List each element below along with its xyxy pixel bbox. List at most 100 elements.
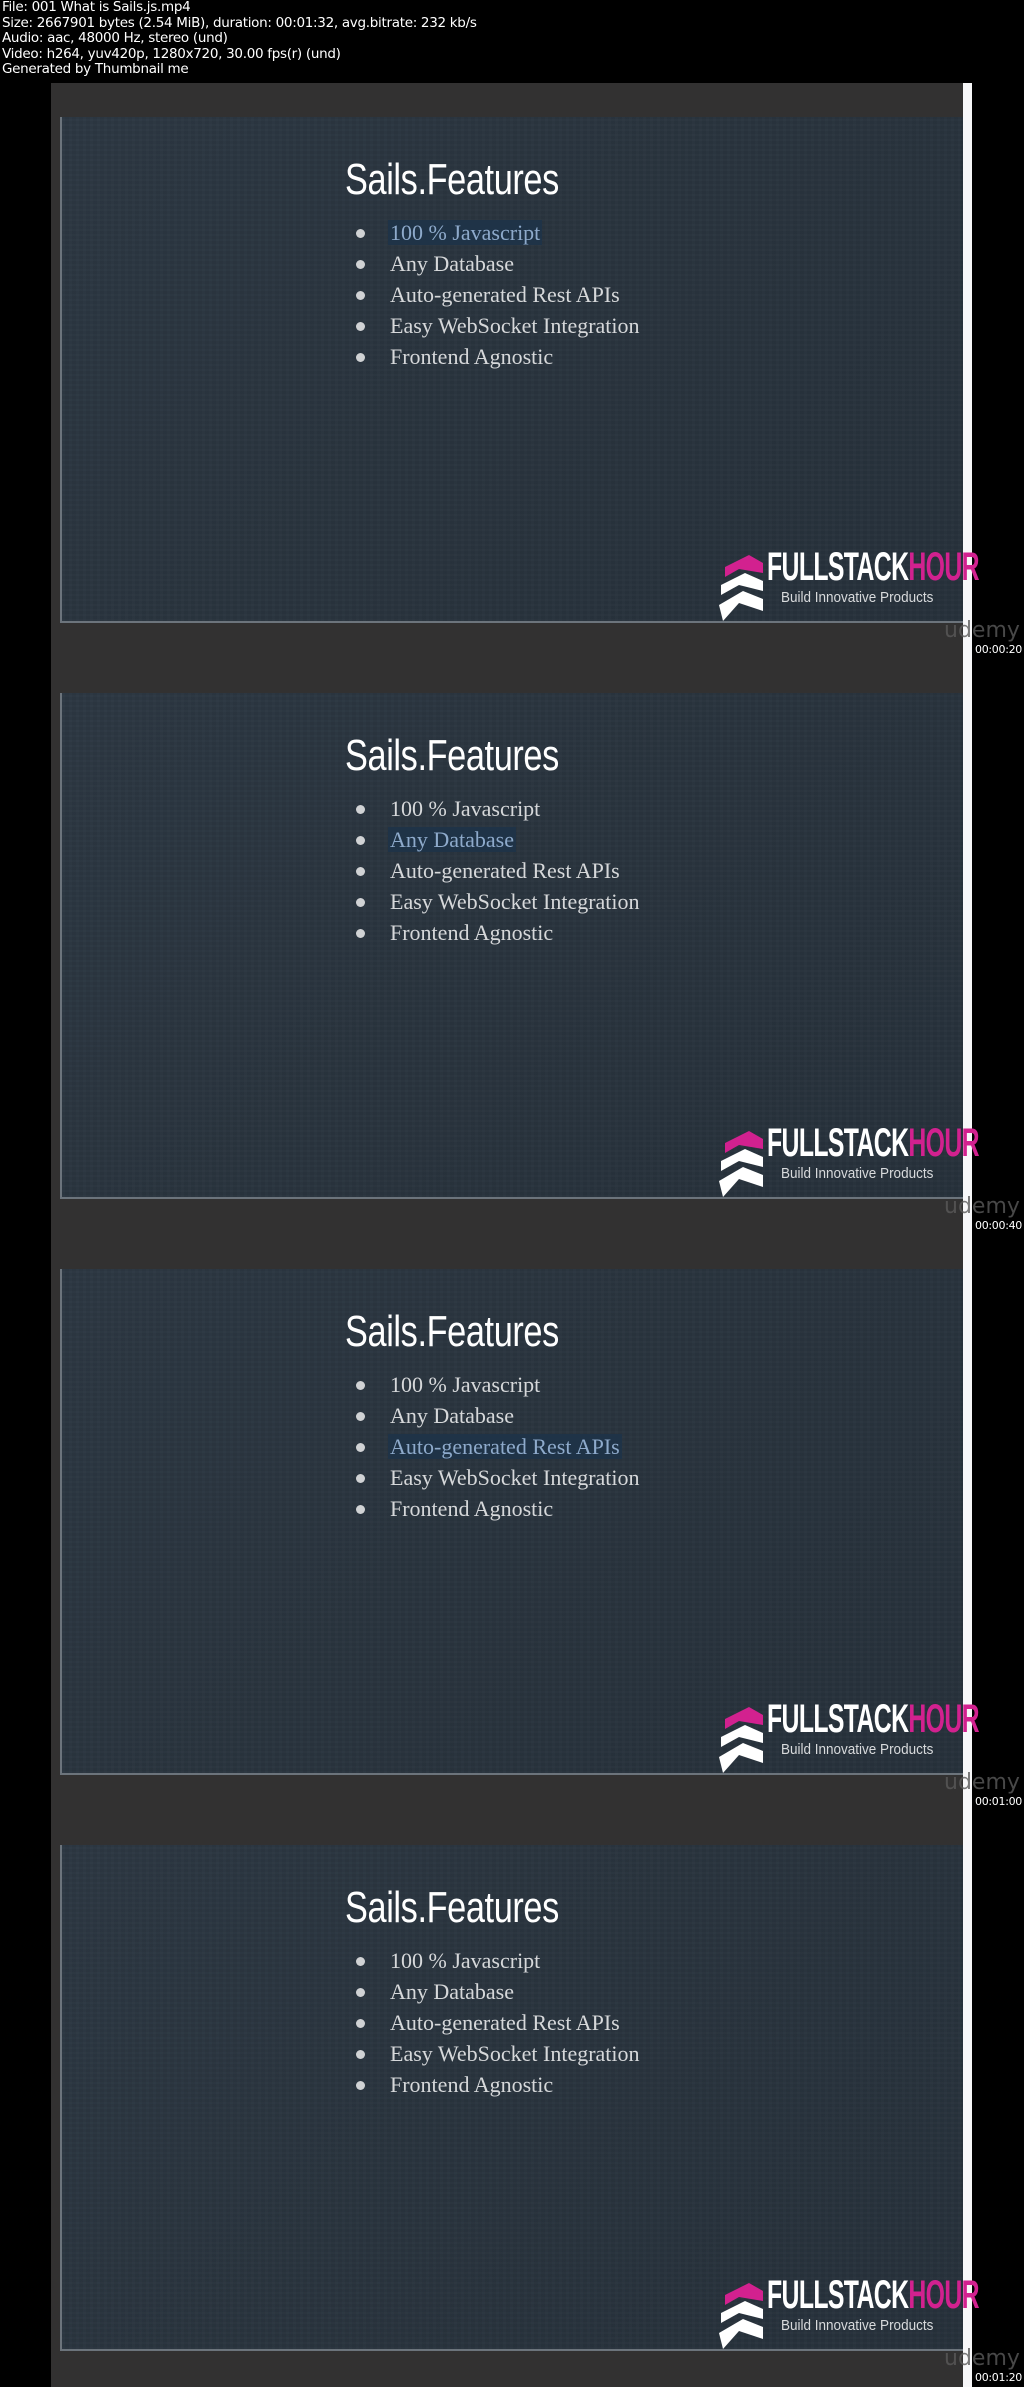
logo-chevron-icon [719,2283,763,2349]
bullet-icon [356,260,365,269]
feature-item-label: Auto-generated Rest APIs [388,1434,622,1459]
feature-item-label: Any Database [388,827,517,852]
feature-item-label: Any Database [390,1403,515,1428]
bullet-icon [356,1412,365,1421]
slide: Sails.Features 100 % Javascript Any Datab… [60,1845,980,2353]
slide: Sails.Features 100 % Javascript Any Datab… [60,117,980,625]
logo-chevron-icon [719,555,763,621]
udemy-watermark: udemy [944,1194,1020,1219]
frame-timestamp: 00:01:00 [975,1795,1023,1808]
bullet-icon [356,322,365,331]
feature-item: Frontend Agnostic [352,341,642,372]
fullstackhour-logo: FULLSTACKHOUR Build Innovative Products [719,1697,980,1777]
bullet-icon [356,1505,365,1514]
feature-item: Easy WebSocket Integration [352,310,642,341]
file-info-line: File: 001 What is Sails.js.mp4 [2,0,191,15]
slide-title: Sails.Features [345,1883,559,1932]
feature-list: 100 % Javascript Any Database Auto-generat… [352,793,642,948]
logo-tagline: Build Innovative Products [781,2317,934,2334]
logo-wordmark: FULLSTACKHOUR [767,1121,980,1166]
feature-item-label: 100 % Javascript [390,796,541,821]
bullet-icon [356,353,365,362]
feature-list: 100 % Javascript Any Database Auto-generat… [352,217,642,372]
feature-item: Easy WebSocket Integration [352,1462,642,1493]
feature-item-label: Frontend Agnostic [390,920,554,945]
feature-item: Auto-generated Rest APIs [352,279,642,310]
feature-item: Auto-generated Rest APIs [352,1431,642,1462]
bullet-icon [356,2081,365,2090]
feature-item-label: Easy WebSocket Integration [390,313,640,338]
logo-tagline: Build Innovative Products [781,1741,934,1758]
feature-item-label: Frontend Agnostic [390,344,554,369]
video-frame: Sails.Features 100 % Javascript Any Datab… [0,659,1024,1235]
slide-title: Sails.Features [345,731,559,780]
bullet-icon [356,805,365,814]
slide: Sails.Features 100 % Javascript Any Datab… [60,1269,980,1777]
bullet-icon [356,291,365,300]
feature-item-label: Auto-generated Rest APIs [390,858,620,883]
feature-item: Frontend Agnostic [352,1493,642,1524]
logo-word-fullstack: FULLSTACK [767,1121,909,1165]
slide-title: Sails.Features [345,1307,559,1356]
feature-item-label: Auto-generated Rest APIs [390,2010,620,2035]
logo-word-hour: HOUR [908,545,979,589]
feature-item: 100 % Javascript [352,1369,642,1400]
feature-item-label: Auto-generated Rest APIs [390,282,620,307]
fullstackhour-logo: FULLSTACKHOUR Build Innovative Products [719,545,980,625]
frame-timestamp: 00:00:20 [975,643,1023,656]
file-info-line: Audio: aac, 48000 Hz, stereo (und) [2,30,228,46]
feature-item: Any Database [352,1976,642,2007]
file-info-line: Video: h264, yuv420p, 1280x720, 30.00 fp… [2,45,341,62]
bullet-icon [356,229,365,238]
video-frame: Sails.Features 100 % Javascript Any Datab… [0,83,1024,659]
logo-word-hour: HOUR [908,1121,979,1165]
feature-item-label: 100 % Javascript [388,220,543,245]
logo-word-fullstack: FULLSTACK [767,2273,909,2317]
bullet-icon [356,2050,365,2059]
fullstackhour-logo: FULLSTACKHOUR Build Innovative Products [719,1121,980,1201]
feature-item-label: Easy WebSocket Integration [390,1465,640,1490]
logo-wordmark: FULLSTACKHOUR [767,1697,980,1742]
bullet-icon [356,898,365,907]
feature-item: 100 % Javascript [352,217,642,248]
udemy-watermark: udemy [944,1770,1020,1795]
bullet-icon [356,1957,365,1966]
bullet-icon [356,836,365,845]
feature-item: Easy WebSocket Integration [352,2038,642,2069]
file-info-line: Size: 2667901 bytes (2.54 MiB), duration… [2,14,477,31]
file-info-line: Generated by Thumbnail me [2,61,189,77]
bullet-icon [356,929,365,938]
bullet-icon [356,1474,365,1483]
logo-tagline: Build Innovative Products [781,1165,934,1182]
frame-timestamp: 00:01:20 [975,2371,1023,2384]
logo-chevron-icon [719,1131,763,1197]
fullstackhour-logo: FULLSTACKHOUR Build Innovative Products [719,2273,980,2353]
feature-item: Any Database [352,824,642,855]
udemy-watermark: udemy [944,2346,1020,2371]
slide-title: Sails.Features [345,155,559,204]
frame-timestamp: 00:00:40 [975,1219,1023,1232]
feature-item-label: 100 % Javascript [390,1948,541,1973]
feature-item-label: Frontend Agnostic [390,2072,554,2097]
feature-item: Auto-generated Rest APIs [352,855,642,886]
logo-wordmark: FULLSTACKHOUR [767,2273,980,2318]
bullet-icon [356,2019,365,2028]
logo-word-hour: HOUR [908,2273,979,2317]
feature-item: 100 % Javascript [352,793,642,824]
logo-wordmark: FULLSTACKHOUR [767,545,980,590]
feature-item: Frontend Agnostic [352,917,642,948]
bullet-icon [356,1381,365,1390]
logo-tagline: Build Innovative Products [781,589,934,606]
bullet-icon [356,867,365,876]
feature-item: 100 % Javascript [352,1945,642,1976]
feature-list: 100 % Javascript Any Database Auto-generat… [352,1369,642,1524]
video-frame: Sails.Features 100 % Javascript Any Datab… [0,1811,1024,2387]
video-frame: Sails.Features 100 % Javascript Any Datab… [0,1235,1024,1811]
feature-item-label: 100 % Javascript [390,1372,541,1397]
slide: Sails.Features 100 % Javascript Any Datab… [60,693,980,1201]
feature-item: Auto-generated Rest APIs [352,2007,642,2038]
feature-item-label: Frontend Agnostic [390,1496,554,1521]
feature-item-label: Easy WebSocket Integration [390,889,640,914]
feature-item-label: Any Database [390,251,515,276]
feature-item-label: Any Database [390,1979,515,2004]
